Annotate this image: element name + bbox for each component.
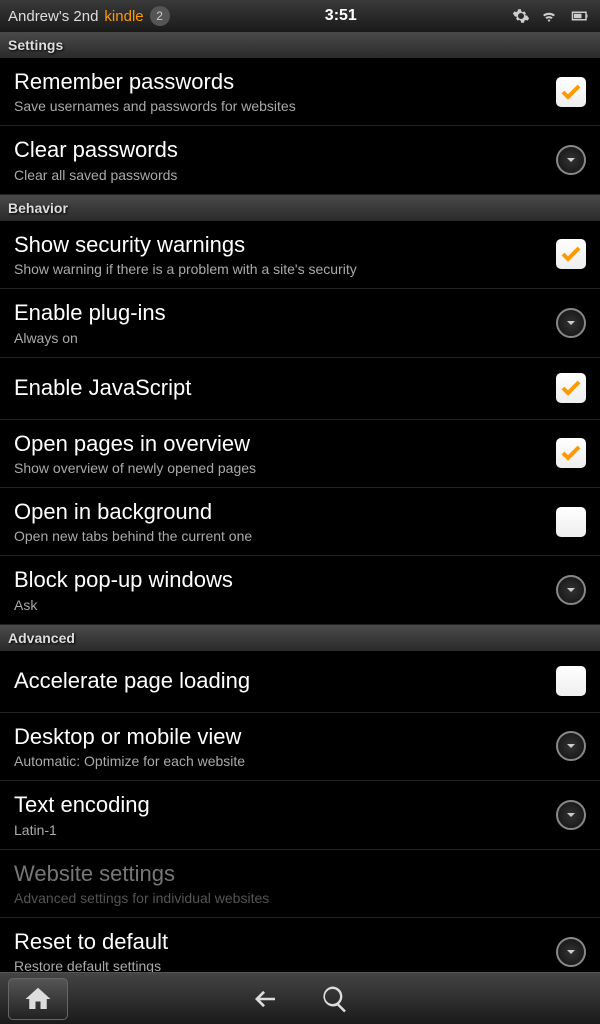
settings-list[interactable]: Settings Remember passwords Save usernam…: [0, 32, 600, 972]
setting-title: Show security warnings: [14, 232, 556, 258]
enable-javascript-row[interactable]: Enable JavaScript: [0, 358, 600, 420]
enable-plugins-row[interactable]: Enable plug-ins Always on: [0, 289, 600, 357]
setting-subtitle: Open new tabs behind the current one: [14, 528, 556, 544]
checkbox-unchecked[interactable]: [556, 666, 586, 696]
home-icon: [23, 984, 53, 1014]
battery-icon: [568, 7, 592, 25]
open-background-row[interactable]: Open in background Open new tabs behind …: [0, 488, 600, 556]
section-behavior: Behavior: [0, 195, 600, 221]
checkbox-checked[interactable]: [556, 373, 586, 403]
setting-subtitle: Ask: [14, 597, 556, 613]
search-icon[interactable]: [320, 984, 350, 1014]
device-name-prefix: Andrew's 2nd: [8, 8, 98, 25]
back-arrow-icon[interactable]: [250, 984, 280, 1014]
chevron-down-icon[interactable]: [556, 308, 586, 338]
chevron-down-icon[interactable]: [556, 731, 586, 761]
section-advanced: Advanced: [0, 625, 600, 651]
clock: 3:51: [170, 7, 512, 25]
setting-title: Accelerate page loading: [14, 668, 556, 694]
security-warnings-row[interactable]: Show security warnings Show warning if t…: [0, 221, 600, 289]
section-settings: Settings: [0, 32, 600, 58]
notification-badge[interactable]: 2: [150, 6, 170, 26]
setting-title: Block pop-up windows: [14, 567, 556, 593]
chevron-down-icon[interactable]: [556, 575, 586, 605]
block-popups-row[interactable]: Block pop-up windows Ask: [0, 556, 600, 624]
gear-icon[interactable]: [512, 7, 530, 25]
checkbox-checked[interactable]: [556, 77, 586, 107]
chevron-down-icon[interactable]: [556, 800, 586, 830]
clear-passwords-row[interactable]: Clear passwords Clear all saved password…: [0, 126, 600, 194]
setting-subtitle: Save usernames and passwords for website…: [14, 98, 556, 114]
bottom-nav: [0, 972, 600, 1024]
open-overview-row[interactable]: Open pages in overview Show overview of …: [0, 420, 600, 488]
text-encoding-row[interactable]: Text encoding Latin-1: [0, 781, 600, 849]
device-brand: kindle: [104, 8, 143, 25]
setting-subtitle: Latin-1: [14, 822, 556, 838]
reset-default-row[interactable]: Reset to default Restore default setting…: [0, 918, 600, 972]
setting-subtitle: Always on: [14, 330, 556, 346]
accelerate-loading-row[interactable]: Accelerate page loading: [0, 651, 600, 713]
device-label: Andrew's 2nd kindle 2: [8, 6, 170, 26]
setting-title: Desktop or mobile view: [14, 724, 556, 750]
checkbox-unchecked[interactable]: [556, 507, 586, 537]
setting-title: Enable JavaScript: [14, 375, 556, 401]
chevron-down-icon[interactable]: [556, 145, 586, 175]
setting-title: Clear passwords: [14, 137, 556, 163]
wifi-icon: [540, 7, 558, 25]
desktop-mobile-row[interactable]: Desktop or mobile view Automatic: Optimi…: [0, 713, 600, 781]
checkbox-checked[interactable]: [556, 438, 586, 468]
setting-subtitle: Advanced settings for individual website…: [14, 890, 586, 906]
setting-title: Text encoding: [14, 792, 556, 818]
setting-title: Enable plug-ins: [14, 300, 556, 326]
setting-subtitle: Clear all saved passwords: [14, 167, 556, 183]
setting-subtitle: Automatic: Optimize for each website: [14, 753, 556, 769]
home-button[interactable]: [8, 978, 68, 1020]
setting-subtitle: Restore default settings: [14, 958, 556, 972]
setting-title: Remember passwords: [14, 69, 556, 95]
setting-title: Website settings: [14, 861, 586, 887]
setting-title: Reset to default: [14, 929, 556, 955]
status-bar: Andrew's 2nd kindle 2 3:51: [0, 0, 600, 32]
setting-subtitle: Show overview of newly opened pages: [14, 460, 556, 476]
remember-passwords-row[interactable]: Remember passwords Save usernames and pa…: [0, 58, 600, 126]
setting-title: Open in background: [14, 499, 556, 525]
website-settings-row: Website settings Advanced settings for i…: [0, 850, 600, 918]
setting-title: Open pages in overview: [14, 431, 556, 457]
setting-subtitle: Show warning if there is a problem with …: [14, 261, 556, 277]
checkbox-checked[interactable]: [556, 239, 586, 269]
chevron-down-icon[interactable]: [556, 937, 586, 967]
